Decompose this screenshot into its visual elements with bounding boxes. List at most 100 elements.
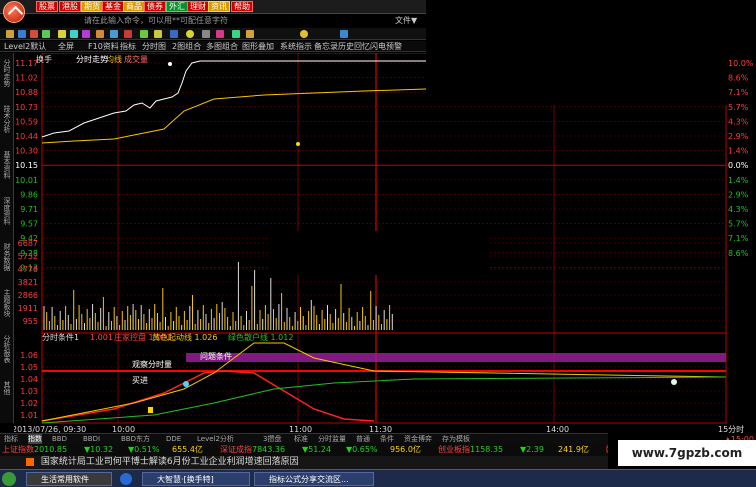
price-tick: 10.15 [15, 161, 38, 170]
indicator-tick: 1.02 [20, 399, 38, 408]
sidebar-item-finance[interactable]: 财务数据 [1, 243, 13, 271]
legend-avg: 均线 [106, 54, 122, 64]
tab-level2[interactable]: Level2默认 [4, 41, 46, 52]
left-sidebar: 分时走势 技术分析 基本资料 深度资料 财务数据 主题板块 分析报表 其他 [0, 53, 14, 423]
print-icon[interactable] [96, 30, 104, 38]
help-icon[interactable] [170, 30, 178, 38]
ticker-field: ▼0.51% [128, 445, 160, 454]
volume-tick: 3821 [18, 278, 38, 287]
ticker-field: 956.0亿 [390, 445, 421, 454]
legend-volume: 成交量 [124, 54, 148, 64]
news-headline[interactable]: 国家统计局工业司何平博士解读6月份工业企业利润增速回落原因 [41, 457, 299, 467]
indicator-tick: 1.06 [20, 351, 38, 360]
menu-news[interactable]: 资讯 [208, 1, 230, 12]
menu-forex[interactable]: 外汇 [166, 1, 188, 12]
main-menu-bar: 股票 港股 期货 基金 商品 债券 外汇 理财 资讯 帮助 [0, 0, 426, 23]
zoom-icon[interactable] [58, 30, 66, 38]
clock-icon[interactable] [300, 30, 308, 38]
time-tick-1000: 10:00 [112, 425, 135, 433]
tab-timeshare[interactable]: 分时图 [142, 41, 166, 52]
sidebar-item-technical[interactable]: 技术分析 [1, 105, 13, 133]
sidebar-item-theme[interactable]: 主题板块 [1, 289, 13, 317]
file-menu[interactable]: 文件▼ [395, 15, 417, 26]
refresh-icon[interactable] [42, 30, 50, 38]
sun-icon[interactable] [186, 30, 194, 38]
alert-icon[interactable] [30, 30, 38, 38]
ticker-field: ▼51.24 [302, 445, 332, 454]
smile-icon [671, 379, 677, 385]
tab-fullscreen[interactable]: 全屏 [58, 41, 74, 52]
time-tick-1130: 11:30 [369, 425, 392, 433]
pct-tick: 2.9% [728, 132, 749, 141]
calendar-icon[interactable] [340, 30, 348, 38]
record-icon[interactable] [124, 30, 132, 38]
intraday-chart[interactable]: 11.17 11.02 10.88 10.73 10.59 10.44 10.30 10.15… [14, 53, 756, 433]
news-flag-icon [26, 457, 34, 466]
menu-funds[interactable]: 基金 [102, 1, 124, 12]
ie-icon[interactable] [120, 473, 132, 485]
menu-hk[interactable]: 港股 [59, 1, 81, 12]
indicator-value-3: 黄色起动线 1.026 [152, 332, 217, 342]
tab-system[interactable]: 系统指示 [280, 41, 312, 52]
volume-tick: 955 [23, 317, 38, 326]
legend-price: 分时走势 [76, 54, 108, 64]
grid-icon[interactable] [70, 30, 78, 38]
price-tick: 11.02 [15, 74, 38, 83]
indicator-tick: 1.05 [20, 363, 38, 372]
index-ticker: 上证指数 2010.85 ▼10.32 ▼0.51% 655.4亿 深证成指 7843.36… [0, 444, 608, 456]
menu-commodities[interactable]: 商品 [123, 1, 145, 12]
sidebar-item-other[interactable]: 其他 [1, 381, 13, 395]
bookmark-icon[interactable] [82, 30, 90, 38]
taskbar-item-tools[interactable]: 生活常用软件 [26, 472, 112, 486]
tab-history[interactable]: 历史回忆 [338, 41, 370, 52]
ticker-field: 7843.36 [252, 445, 286, 454]
price-tick: 10.88 [15, 88, 38, 97]
ticker-field: 深证成指 [220, 445, 252, 454]
annotation-watch-volume: 观察分时量 [132, 359, 172, 369]
settings-icon[interactable] [154, 30, 162, 38]
news-bar[interactable]: 国家统计局工业司何平博士解读6月份工业企业利润增速回落原因 [0, 456, 608, 469]
tab-2chart[interactable]: 2图组合 [172, 41, 201, 52]
play-icon[interactable] [140, 30, 148, 38]
menu-bonds[interactable]: 债券 [144, 1, 166, 12]
time-tick-1400: 14:00 [546, 425, 569, 433]
menu-futures[interactable]: 期货 [81, 1, 103, 12]
volume-tick: 6687 [18, 239, 38, 248]
flag-icon [148, 407, 153, 413]
menu-finance[interactable]: 理财 [187, 1, 209, 12]
menu-help[interactable]: 帮助 [231, 1, 253, 12]
tab-overlay[interactable]: 图形叠加 [242, 41, 274, 52]
tab-indicator[interactable]: 指标 [120, 41, 136, 52]
lock-icon[interactable] [202, 30, 210, 38]
pct-tick: 5.7% [728, 220, 749, 229]
chart-icon[interactable] [18, 30, 26, 38]
menu-stocks[interactable]: 股票 [36, 1, 58, 12]
cover-rect [268, 231, 490, 275]
tab-memo[interactable]: 备忘录 [314, 41, 338, 52]
ticker-field: ▼0.65% [346, 445, 378, 454]
tab-multichart[interactable]: 多图组合 [206, 41, 238, 52]
ticker-field: ▼2.39 [520, 445, 544, 454]
price-tick: 10.01 [15, 176, 38, 185]
window-icon[interactable] [110, 30, 118, 38]
tab-f10[interactable]: F10资料 [88, 41, 119, 52]
sidebar-item-timeshare[interactable]: 分时走势 [1, 59, 13, 87]
tab-flash-alert[interactable]: 闪电预警 [370, 41, 402, 52]
pct-tick: 10.0% [728, 59, 754, 68]
taskbar-item-dzh[interactable]: 大智慧·[换手特] [142, 472, 250, 486]
sidebar-item-depth[interactable]: 深度资料 [1, 197, 13, 225]
pct-tick: 7.1% [728, 88, 749, 97]
share-icon[interactable] [232, 30, 240, 38]
taskbar-item-forum[interactable]: 指标公式分享交流区... [254, 472, 374, 486]
cover-rect [426, 53, 728, 105]
sidebar-item-report[interactable]: 分析报表 [1, 335, 13, 363]
sidebar-item-basic[interactable]: 基本资料 [1, 151, 13, 179]
star-icon[interactable] [246, 30, 254, 38]
pct-tick: 0.0% [728, 161, 749, 170]
heart-icon[interactable] [216, 30, 224, 38]
command-input[interactable]: 请在此输入命令，可以用**可配任意字符 [84, 15, 334, 25]
period-label[interactable]: 15分时 [718, 424, 744, 433]
date-label: 2013/07/26, 09:30 [14, 425, 86, 433]
folder-icon[interactable] [6, 30, 14, 38]
start-icon[interactable] [2, 472, 16, 486]
